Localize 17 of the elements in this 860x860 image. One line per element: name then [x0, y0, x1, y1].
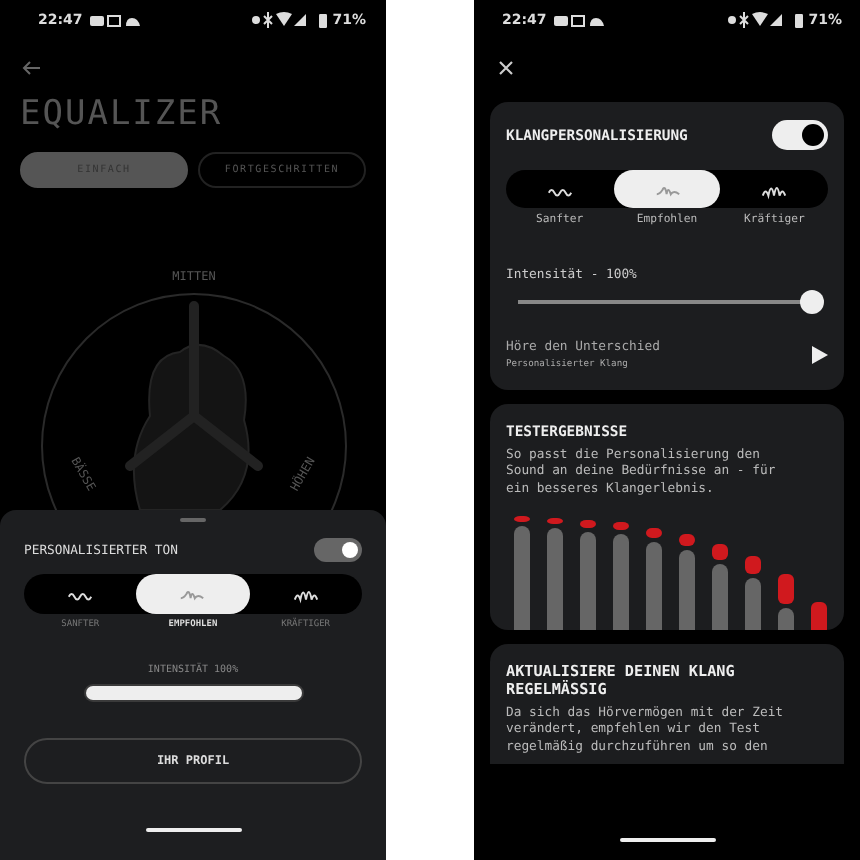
notification-icons: [90, 13, 143, 27]
preset-option[interactable]: [136, 574, 250, 614]
back-arrow-icon[interactable]: [22, 60, 42, 76]
page-title: EQUALIZER: [20, 94, 225, 134]
battery-icon: [794, 12, 805, 28]
close-icon[interactable]: [498, 60, 514, 76]
toggle-switch[interactable]: [772, 120, 828, 150]
preset-option[interactable]: [613, 170, 721, 208]
toggle-switch[interactable]: [314, 538, 362, 562]
notification-icons: [554, 13, 607, 27]
sheet-handle[interactable]: [180, 518, 206, 522]
battery-icon: [318, 12, 329, 28]
intensity-slider[interactable]: [518, 290, 824, 314]
play-icon[interactable]: [812, 345, 828, 363]
system-status-icons: [726, 12, 787, 28]
slider-thumb[interactable]: [800, 290, 824, 314]
system-status-icons: [250, 12, 311, 28]
